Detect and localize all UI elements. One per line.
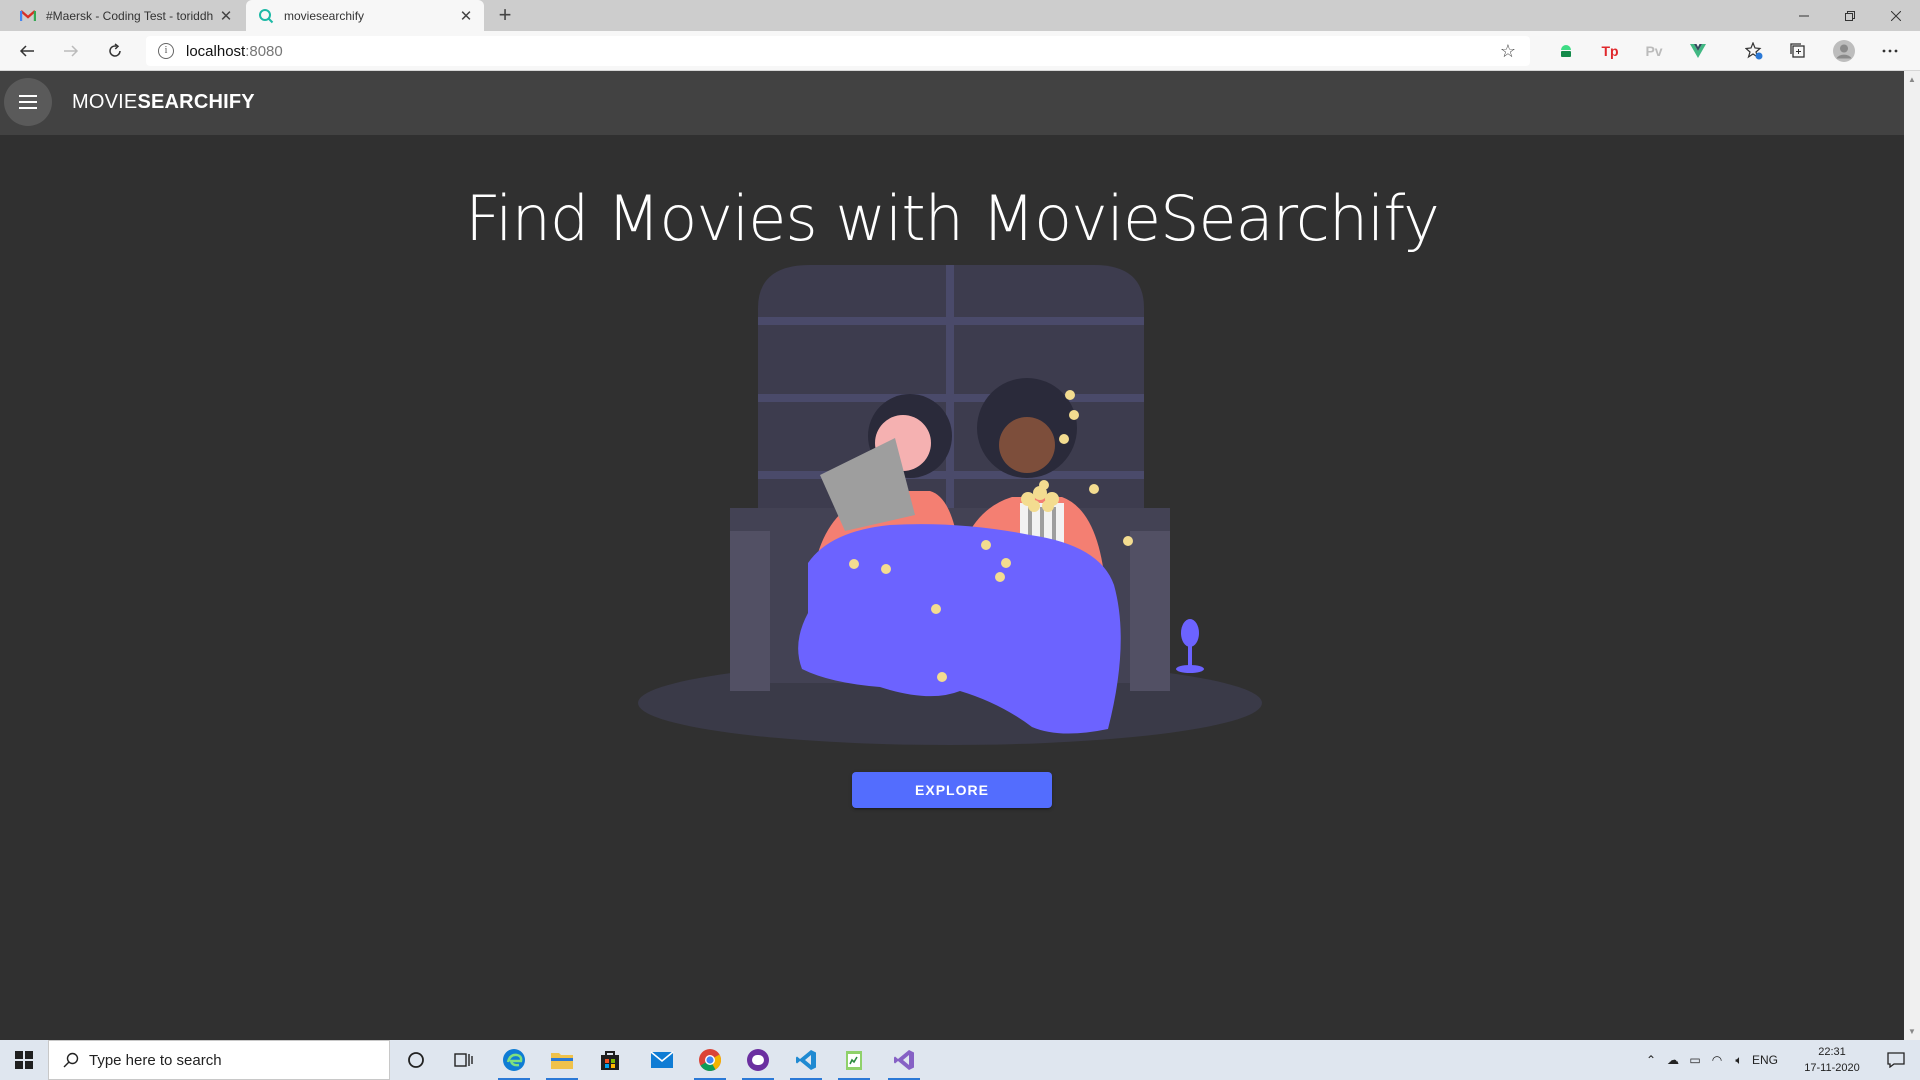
pv-ext-icon[interactable]: Pv bbox=[1642, 39, 1666, 63]
minimize-icon bbox=[1799, 15, 1809, 16]
windows-taskbar: Type here to search ⌃ ☁ ▭ ◠ 🔈︎ ENG 22:31… bbox=[0, 1040, 1920, 1080]
info-icon[interactable]: i bbox=[158, 43, 174, 59]
new-tab-button[interactable]: + bbox=[492, 2, 518, 28]
main-content: Find Movies with MovieSearchify EXPLORE bbox=[0, 135, 1904, 1040]
chevron-up-icon[interactable]: ⌃ bbox=[1640, 1053, 1662, 1067]
more-options-icon[interactable] bbox=[1878, 39, 1902, 63]
refresh-icon bbox=[109, 43, 121, 57]
vue-ext-icon[interactable] bbox=[1686, 39, 1710, 63]
app-brand[interactable]: MOVIESEARCHIFY bbox=[72, 91, 255, 114]
tp-ext-icon[interactable]: Tp bbox=[1598, 39, 1622, 63]
profile-avatar-icon[interactable] bbox=[1832, 39, 1856, 63]
notification-icon bbox=[1887, 1052, 1905, 1068]
app-favicon bbox=[258, 8, 274, 24]
close-tab-icon[interactable]: ✕ bbox=[458, 7, 474, 25]
person-right-face bbox=[999, 417, 1055, 473]
wine-glass bbox=[1176, 619, 1204, 673]
scroll-up-icon[interactable]: ▲ bbox=[1908, 75, 1916, 84]
hamburger-icon-bar bbox=[19, 107, 37, 109]
vscode-icon[interactable] bbox=[782, 1040, 830, 1080]
explore-button[interactable]: EXPLORE bbox=[852, 772, 1052, 808]
mail-icon[interactable] bbox=[638, 1040, 686, 1080]
tab-title: moviesearchify bbox=[284, 8, 365, 23]
brand-bold: SEARCHIFY bbox=[137, 91, 255, 113]
cortana-icon bbox=[408, 1052, 424, 1068]
file-explorer-icon[interactable] bbox=[538, 1040, 586, 1080]
close-window-button[interactable] bbox=[1873, 0, 1919, 31]
tab-maersk[interactable]: #Maersk - Coding Test - toriddh ✕ bbox=[8, 0, 244, 31]
sofa-arm-left bbox=[730, 531, 770, 691]
url-port: :8080 bbox=[245, 42, 283, 60]
notepad-icon[interactable] bbox=[830, 1040, 878, 1080]
favorite-star-icon[interactable]: ☆ bbox=[1500, 41, 1516, 62]
clock[interactable]: 22:31 17-11-2020 bbox=[1800, 1044, 1864, 1076]
brand-light: MOVIE bbox=[72, 91, 138, 113]
gmail-icon bbox=[20, 8, 36, 24]
arrow-left-icon bbox=[19, 45, 34, 57]
url-field[interactable]: i localhost :8080 ☆ bbox=[146, 36, 1530, 66]
tab-title: #Maersk - Coding Test - toriddh bbox=[46, 8, 214, 23]
hamburger-icon-bar bbox=[19, 95, 37, 97]
task-view-icon bbox=[454, 1053, 473, 1067]
address-bar: i localhost :8080 ☆ Tp Pv bbox=[0, 31, 1920, 71]
cortana-button[interactable] bbox=[392, 1040, 440, 1080]
arrow-right-icon bbox=[64, 45, 79, 57]
android-ext-icon[interactable] bbox=[1554, 39, 1578, 63]
refresh-button[interactable] bbox=[100, 36, 130, 66]
search-placeholder: Type here to search bbox=[89, 1051, 222, 1069]
start-button[interactable] bbox=[0, 1040, 48, 1080]
tab-bar: #Maersk - Coding Test - toriddh ✕ movies… bbox=[0, 0, 1920, 31]
edge-taskbar-icon[interactable] bbox=[490, 1040, 538, 1080]
visual-studio-icon[interactable] bbox=[880, 1040, 928, 1080]
volume-icon[interactable]: 🔈︎ bbox=[1728, 1053, 1750, 1068]
forward-button[interactable] bbox=[56, 36, 86, 66]
chrome-icon[interactable] bbox=[686, 1040, 734, 1080]
page-headline: Find Movies with MovieSearchify bbox=[465, 182, 1440, 255]
collections-icon[interactable] bbox=[1786, 39, 1810, 63]
taskbar-search[interactable]: Type here to search bbox=[48, 1040, 390, 1080]
sofa-arm-right bbox=[1130, 531, 1170, 691]
onedrive-icon[interactable]: ☁ bbox=[1662, 1053, 1684, 1067]
language-indicator[interactable]: ENG bbox=[1750, 1053, 1780, 1067]
clock-date: 17-11-2020 bbox=[1804, 1062, 1860, 1074]
scroll-down-icon[interactable]: ▼ bbox=[1908, 1027, 1916, 1036]
hamburger-icon-bar bbox=[19, 101, 37, 103]
windows-logo-icon bbox=[15, 1051, 33, 1069]
restore-icon bbox=[1845, 10, 1855, 21]
minimize-button[interactable] bbox=[1781, 0, 1827, 31]
url-host: localhost bbox=[186, 42, 246, 60]
back-button[interactable] bbox=[12, 36, 42, 66]
close-tab-icon[interactable]: ✕ bbox=[218, 7, 234, 25]
search-icon bbox=[63, 1052, 79, 1068]
page-scrollbar[interactable]: ▲ ▼ bbox=[1904, 71, 1920, 1040]
wifi-icon[interactable]: ◠ bbox=[1706, 1053, 1728, 1067]
battery-icon[interactable]: ▭ bbox=[1684, 1053, 1706, 1067]
notifications-button[interactable] bbox=[1872, 1040, 1920, 1080]
app-toolbar: MOVIESEARCHIFY bbox=[0, 71, 1904, 135]
favorites-icon[interactable] bbox=[1742, 39, 1766, 63]
store-icon[interactable] bbox=[586, 1040, 634, 1080]
close-icon bbox=[1891, 10, 1901, 21]
tab-moviesearchify[interactable]: moviesearchify ✕ bbox=[246, 0, 484, 31]
clock-time: 22:31 bbox=[1818, 1046, 1846, 1058]
task-view-button[interactable] bbox=[440, 1040, 488, 1080]
menu-button[interactable] bbox=[4, 78, 52, 126]
movie-night-illustration bbox=[638, 265, 1262, 745]
app-purple-icon[interactable] bbox=[734, 1040, 782, 1080]
system-tray: ⌃ ☁ ▭ ◠ 🔈︎ ENG bbox=[1640, 1040, 1780, 1080]
restore-button[interactable] bbox=[1827, 0, 1873, 31]
